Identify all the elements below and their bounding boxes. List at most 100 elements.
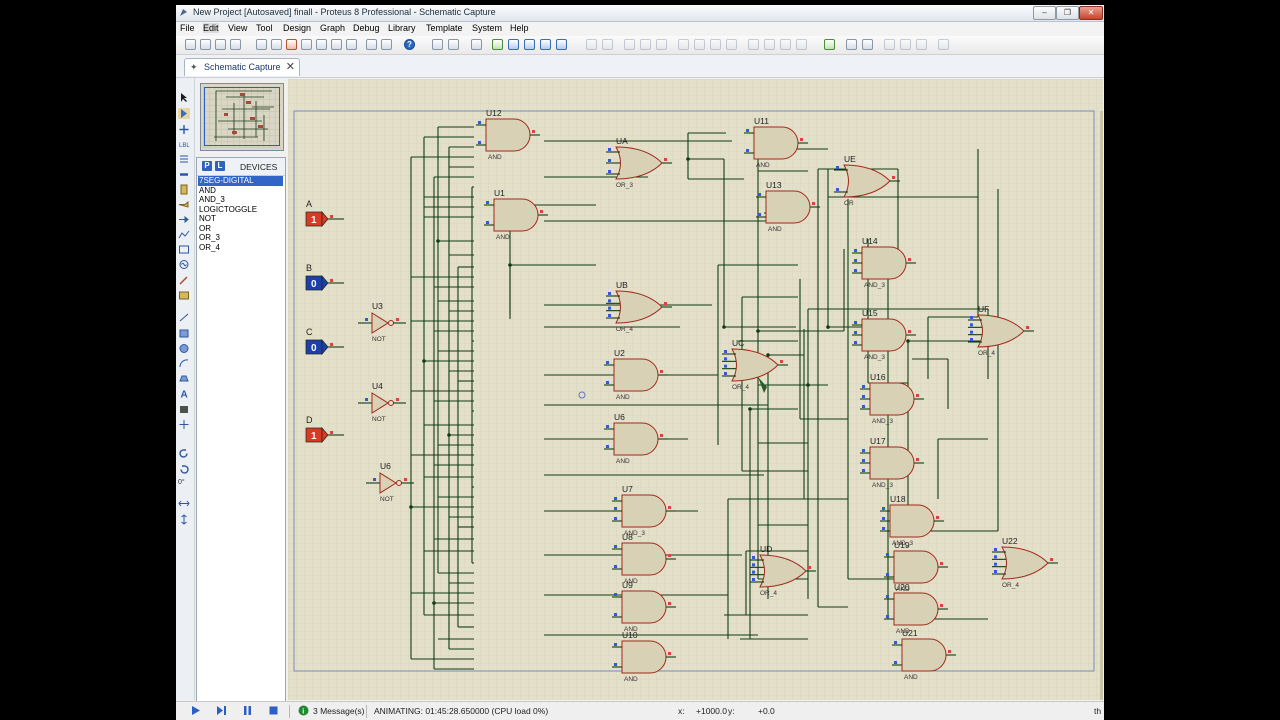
pan-icon[interactable] bbox=[492, 39, 503, 50]
wire-label-icon[interactable]: LBL bbox=[178, 139, 190, 150]
step-icon[interactable] bbox=[216, 705, 227, 716]
messages-count[interactable]: 3 Message(s) bbox=[313, 706, 365, 716]
wire-autorouter-icon[interactable] bbox=[824, 39, 835, 50]
decompose-icon[interactable] bbox=[796, 39, 807, 50]
pcb-layout-icon[interactable] bbox=[286, 39, 297, 50]
rotate-anticlockwise-icon[interactable] bbox=[178, 464, 190, 475]
minimize-button[interactable]: – bbox=[1033, 6, 1056, 20]
schematic-icon[interactable] bbox=[271, 39, 282, 50]
zoom-area-icon[interactable] bbox=[556, 39, 567, 50]
device-item[interactable]: AND_3 bbox=[198, 195, 283, 205]
line-tool-icon[interactable] bbox=[178, 312, 190, 323]
mirror-vertical-icon[interactable] bbox=[178, 514, 190, 525]
block-rotate-icon[interactable] bbox=[710, 39, 721, 50]
source-code-icon[interactable] bbox=[366, 39, 377, 50]
refresh-icon[interactable] bbox=[432, 39, 443, 50]
voltage-probe-icon[interactable] bbox=[178, 275, 190, 286]
device-pins-icon[interactable] bbox=[178, 214, 190, 225]
netlist-icon[interactable] bbox=[938, 39, 949, 50]
terminals-icon[interactable] bbox=[178, 199, 190, 210]
menu-edit[interactable]: Edit bbox=[203, 23, 219, 33]
property-assignment-icon[interactable] bbox=[862, 39, 873, 50]
menu-file[interactable]: File bbox=[180, 23, 195, 33]
text-tool-icon[interactable]: A bbox=[178, 388, 190, 400]
arc-tool-icon[interactable] bbox=[178, 358, 190, 369]
origin-icon[interactable] bbox=[471, 39, 482, 50]
circle-tool-icon[interactable] bbox=[178, 343, 190, 354]
undo-icon[interactable] bbox=[586, 39, 597, 50]
tape-recorder-icon[interactable] bbox=[178, 244, 190, 255]
menu-debug[interactable]: Debug bbox=[353, 23, 380, 33]
new-sheet-icon[interactable] bbox=[884, 39, 895, 50]
block-move-icon[interactable] bbox=[694, 39, 705, 50]
buses-icon[interactable] bbox=[178, 169, 190, 180]
overview-viewport[interactable] bbox=[204, 87, 280, 146]
device-item[interactable]: 7SEG-DIGITAL bbox=[198, 176, 283, 186]
menu-template[interactable]: Template bbox=[426, 23, 463, 33]
home-icon[interactable] bbox=[256, 39, 267, 50]
new-file-icon[interactable] bbox=[185, 39, 196, 50]
overview-window[interactable] bbox=[200, 83, 284, 151]
menu-tool[interactable]: Tool bbox=[256, 23, 273, 33]
close-button[interactable]: ✕ bbox=[1079, 6, 1103, 20]
device-item[interactable]: OR_4 bbox=[198, 243, 283, 253]
marker-tool-icon[interactable] bbox=[178, 419, 190, 430]
packaging-icon[interactable] bbox=[780, 39, 791, 50]
junction-dot-icon[interactable] bbox=[178, 124, 190, 135]
pause-icon[interactable] bbox=[242, 705, 253, 716]
rotate-clockwise-icon[interactable] bbox=[178, 448, 190, 459]
device-item[interactable]: LOGICTOGGLE bbox=[198, 205, 283, 215]
block-delete-icon[interactable] bbox=[726, 39, 737, 50]
menu-design[interactable]: Design bbox=[283, 23, 311, 33]
paste-icon[interactable] bbox=[656, 39, 667, 50]
pick-devices-button[interactable]: P bbox=[202, 161, 212, 171]
menu-system[interactable]: System bbox=[472, 23, 502, 33]
block-copy-icon[interactable] bbox=[678, 39, 689, 50]
play-icon[interactable] bbox=[190, 705, 201, 716]
menu-graph[interactable]: Graph bbox=[320, 23, 345, 33]
stop-icon[interactable] bbox=[268, 705, 279, 716]
schematic-drawing[interactable]: A 1 B 0 C 0 D 1 U3 NOT U4 NOT U6 NOT U12 AND U1 AND U11 AND… bbox=[288, 79, 1103, 700]
exit-to-parent-icon[interactable] bbox=[916, 39, 927, 50]
subcircuit-icon[interactable] bbox=[178, 184, 190, 195]
3d-view-icon[interactable] bbox=[301, 39, 312, 50]
box-tool-icon[interactable] bbox=[178, 328, 190, 339]
device-item[interactable]: OR bbox=[198, 224, 283, 234]
search-icon[interactable] bbox=[846, 39, 857, 50]
cut-icon[interactable] bbox=[624, 39, 635, 50]
design-explorer-icon[interactable] bbox=[331, 39, 342, 50]
schematic-canvas[interactable]: A 1 B 0 C 0 D 1 U3 NOT U4 NOT U6 NOT U12 AND U1 AND U11 AND… bbox=[288, 79, 1103, 700]
copy-icon[interactable] bbox=[640, 39, 651, 50]
mirror-horizontal-icon[interactable] bbox=[178, 498, 190, 509]
open-folder-icon[interactable] bbox=[200, 39, 211, 50]
zoom-all-icon[interactable] bbox=[540, 39, 551, 50]
close-tab-icon[interactable]: ✕ bbox=[286, 60, 295, 73]
zoom-in-icon[interactable] bbox=[508, 39, 519, 50]
remove-sheet-icon[interactable] bbox=[900, 39, 911, 50]
text-script-icon[interactable] bbox=[178, 154, 190, 165]
bill-of-materials-icon[interactable] bbox=[346, 39, 357, 50]
selection-mode-icon[interactable] bbox=[178, 92, 190, 103]
redo-icon[interactable] bbox=[602, 39, 613, 50]
restore-button[interactable]: ❐ bbox=[1056, 6, 1079, 20]
generator-icon[interactable] bbox=[178, 259, 190, 270]
symbol-tool-icon[interactable] bbox=[178, 404, 190, 415]
path-tool-icon[interactable] bbox=[178, 373, 190, 384]
gerber-icon[interactable] bbox=[316, 39, 327, 50]
grid-toggle-icon[interactable] bbox=[448, 39, 459, 50]
tab-schematic-capture[interactable]: ✦ Schematic Capture ✕ bbox=[184, 58, 300, 76]
graph-mode-icon[interactable] bbox=[178, 229, 190, 240]
rotation-angle[interactable]: 0° bbox=[178, 479, 185, 486]
virtual-instruments-icon[interactable] bbox=[178, 290, 190, 301]
zoom-out-icon[interactable] bbox=[524, 39, 535, 50]
notes-icon[interactable] bbox=[381, 39, 392, 50]
device-item[interactable]: NOT bbox=[198, 214, 283, 224]
device-item[interactable]: OR_3 bbox=[198, 233, 283, 243]
component-mode-icon[interactable] bbox=[178, 108, 190, 119]
help-icon[interactable]: ? bbox=[404, 39, 415, 50]
import-icon[interactable] bbox=[230, 39, 241, 50]
menu-help[interactable]: Help bbox=[510, 23, 529, 33]
save-icon[interactable] bbox=[215, 39, 226, 50]
menu-library[interactable]: Library bbox=[388, 23, 416, 33]
pick-device-icon[interactable] bbox=[748, 39, 759, 50]
